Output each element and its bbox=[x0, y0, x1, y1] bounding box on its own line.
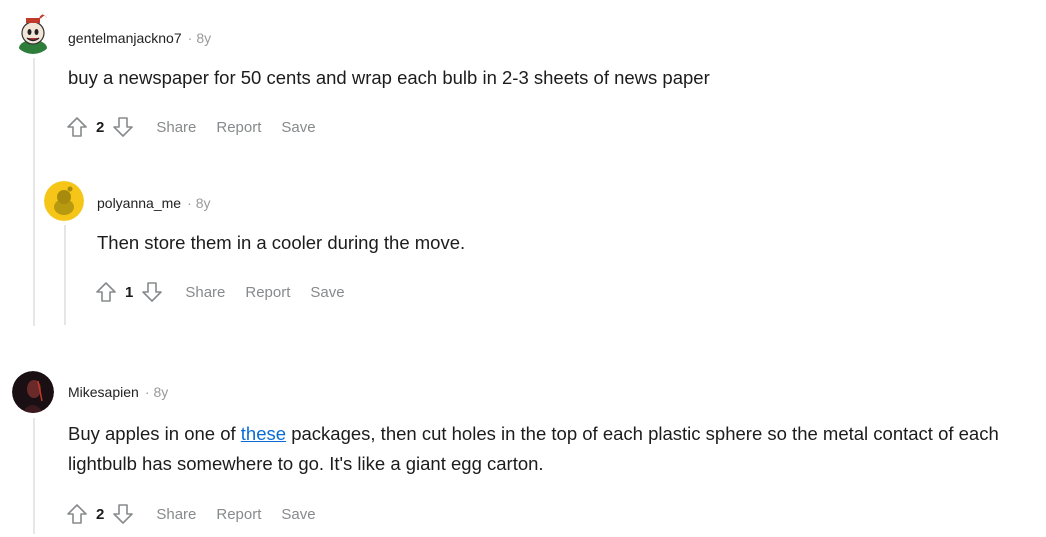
thread-line-2[interactable] bbox=[64, 225, 66, 325]
share-button[interactable]: Share bbox=[156, 119, 196, 136]
save-button[interactable]: Save bbox=[281, 119, 315, 136]
upvote-icon[interactable] bbox=[93, 279, 119, 305]
vote-count: 2 bbox=[96, 118, 105, 136]
save-button[interactable]: Save bbox=[310, 284, 344, 301]
meta-separator: · bbox=[187, 195, 192, 211]
downvote-icon[interactable] bbox=[110, 114, 136, 140]
vote-count: 1 bbox=[125, 283, 134, 301]
downvote-icon[interactable] bbox=[110, 501, 136, 527]
meta-separator: · bbox=[144, 384, 150, 400]
comment-link[interactable]: these bbox=[241, 423, 286, 444]
comment-meta: Mikesapien · 8y bbox=[68, 384, 168, 400]
comment-body: Buy apples in one of these packages, the… bbox=[68, 419, 1038, 479]
comment-age[interactable]: 8y bbox=[196, 30, 211, 46]
save-button[interactable]: Save bbox=[281, 506, 315, 523]
comment-age[interactable]: 8y bbox=[196, 195, 211, 211]
report-button[interactable]: Report bbox=[245, 284, 290, 301]
author-name[interactable]: polyanna_me bbox=[97, 195, 181, 211]
meta-separator: · bbox=[187, 30, 193, 46]
dark-portrait-avatar-icon bbox=[12, 371, 54, 413]
share-button[interactable]: Share bbox=[185, 284, 225, 301]
comment-meta: gentelmanjackno7 · 8y bbox=[68, 30, 211, 46]
comment-actions: 1 Share Report Save bbox=[93, 279, 345, 305]
author-name[interactable]: gentelmanjackno7 bbox=[68, 30, 182, 46]
comment-body-text: Buy apples in one of bbox=[68, 423, 241, 444]
upvote-icon[interactable] bbox=[64, 501, 90, 527]
downvote-icon[interactable] bbox=[139, 279, 165, 305]
avatar[interactable] bbox=[12, 371, 54, 413]
upvote-icon[interactable] bbox=[64, 114, 90, 140]
comment-actions: 2 Share Report Save bbox=[64, 501, 316, 527]
cuphead-avatar-icon bbox=[12, 12, 54, 54]
comment-age[interactable]: 8y bbox=[154, 384, 169, 400]
yellow-snoo-avatar-icon bbox=[44, 181, 84, 221]
avatar[interactable] bbox=[44, 181, 84, 221]
vote-count: 2 bbox=[96, 505, 105, 523]
report-button[interactable]: Report bbox=[216, 119, 261, 136]
thread-line-3[interactable] bbox=[33, 418, 35, 534]
avatar[interactable] bbox=[12, 12, 54, 54]
author-name[interactable]: Mikesapien bbox=[68, 384, 139, 400]
comment-meta: polyanna_me · 8y bbox=[97, 195, 211, 211]
report-button[interactable]: Report bbox=[216, 506, 261, 523]
share-button[interactable]: Share bbox=[156, 506, 196, 523]
comment-body: Then store them in a cooler during the m… bbox=[97, 232, 466, 253]
comment-actions: 2 Share Report Save bbox=[64, 114, 316, 140]
comment-body: buy a newspaper for 50 cents and wrap ea… bbox=[68, 67, 710, 88]
thread-line-1[interactable] bbox=[33, 58, 35, 326]
